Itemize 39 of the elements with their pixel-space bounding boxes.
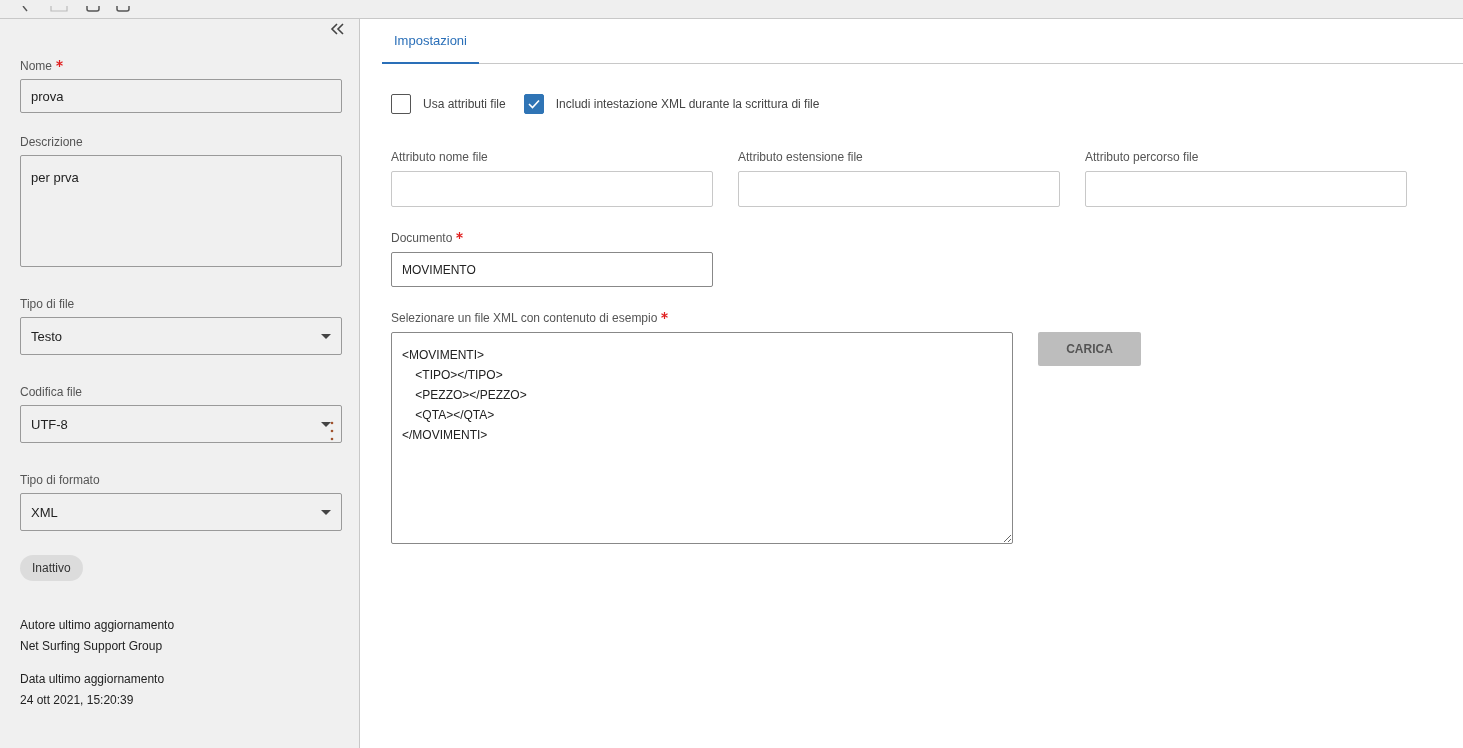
field-label: Tipo di file	[20, 297, 75, 311]
meta-value: 24 ott 2021, 15:20:39	[20, 692, 135, 709]
caret-icon	[321, 421, 331, 427]
caret-icon	[321, 509, 331, 515]
meta-label: Data ultimo aggiornamento	[20, 671, 166, 688]
field-label: Codifica file	[20, 385, 83, 399]
required-icon	[56, 60, 63, 67]
meta-value: Net Surfing Support Group	[20, 638, 164, 655]
input-field[interactable]	[391, 171, 713, 207]
collapse-icon[interactable]	[330, 23, 344, 35]
field-label: Descrizione	[20, 135, 83, 149]
dropdown[interactable]: UTF-8	[20, 405, 342, 443]
meta-label: Autore ultimo aggiornamento	[20, 617, 176, 634]
field-label: Attributo percorso file	[1085, 150, 1199, 164]
checkbox[interactable]	[391, 94, 411, 114]
field-label: Attributo nome file	[391, 150, 488, 164]
document-input[interactable]: MOVIMENTO	[391, 252, 713, 287]
tab[interactable]: Impostazioni	[382, 19, 479, 64]
description-textarea[interactable]: per prva	[20, 155, 342, 267]
field-label: Tipo di formato	[20, 473, 100, 487]
field-label: Attributo estensione file	[738, 150, 863, 164]
dropdown[interactable]: Testo	[20, 317, 342, 355]
checkmark-icon	[527, 99, 540, 109]
input-field[interactable]	[1085, 171, 1407, 207]
required-icon	[456, 232, 464, 239]
field-label: Documento	[391, 231, 453, 245]
field-label: Nome	[20, 59, 52, 73]
field-label: Selezionare un file XML con contenuto di esempio	[391, 311, 658, 325]
status-badge: Inattivo	[20, 555, 83, 581]
input-field[interactable]	[738, 171, 1060, 207]
required-icon	[661, 312, 669, 319]
resize-handle-icon[interactable]	[330, 421, 334, 441]
checkbox-label: Includi intestazione XML durante la scrittura di file	[555, 97, 820, 111]
dropdown[interactable]: XML	[20, 493, 342, 531]
xml-textarea[interactable]: <MOVIMENTI> <TIPO></TIPO> <PEZZO></PEZZO> <QTA></QTA> </MOVIMENTI>	[391, 332, 1013, 544]
checkbox-label: Usa attributi file	[423, 97, 506, 111]
name-input[interactable]: prova	[20, 79, 342, 113]
checkbox[interactable]	[523, 94, 544, 114]
caret-icon	[321, 333, 331, 339]
